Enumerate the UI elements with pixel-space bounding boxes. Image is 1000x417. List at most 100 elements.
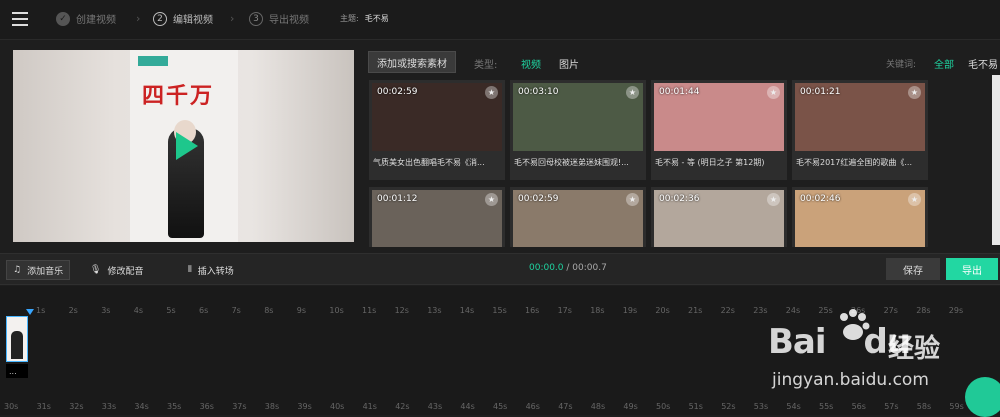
watermark-url: jingyan.baidu.com [772,370,929,390]
chevron-right-icon: › [136,12,141,25]
ruler-tick-label: 51s [688,402,703,411]
ruler-tick-label: 50s [656,402,671,411]
material-card[interactable]: 00:01:21 ★ 毛不易2017红遍全国的歌曲《... [792,80,928,180]
ruler-tick-label: 48s [590,402,606,411]
card-thumbnail: 00:01:12 ★ [372,190,502,247]
edit-voice-label: 修改配音 [107,266,144,277]
card-thumbnail: 00:01:21 ★ [795,83,925,151]
ruler-tick-label: 3s [101,306,111,315]
baidu-watermark: Bai du 经验 jingyan.baidu.com [768,302,948,392]
keyword-all[interactable]: 全部 [934,56,954,71]
transition-icon: ⫴ [188,265,192,275]
card-duration: 00:01:12 [377,194,418,204]
card-title: 毛不易2017红遍全国的歌曲《... [796,158,912,167]
ruler-tick-label: 11s [362,306,377,315]
card-duration: 00:03:10 [518,87,559,97]
watermark-logo-1: Bai [768,322,827,362]
time-total: / 00:00.7 [566,263,607,273]
ruler-tick-label: 57s [884,402,899,411]
step-number: 2 [153,11,167,26]
card-duration: 00:02:46 [800,194,841,204]
ruler-tick-label: 20s [655,306,670,315]
material-card[interactable]: 00:02:59 ★ [510,187,646,247]
ruler-tick-label: 7s [231,306,241,315]
add-material-button[interactable]: 添加或搜索素材 [368,51,456,73]
ruler-tick-label: 49s [623,402,638,411]
ruler-tick-label: 44s [460,402,475,411]
card-title: 毛不易 - 等 (明日之子 第12期) [655,158,765,167]
star-icon[interactable]: ★ [908,193,921,206]
ruler-tick-label: 6s [199,306,209,315]
ruler-tick-label: 41s [362,402,377,411]
ruler-tick-label: 13s [427,306,442,315]
card-thumbnail: 00:02:59 ★ [513,190,643,247]
menu-icon[interactable] [12,12,28,26]
ruler-tick-label: 23s [753,306,768,315]
chat-icon[interactable] [965,377,1000,417]
video-preview[interactable]: 四千万 [13,50,354,242]
ruler-tick-label: 45s [493,402,508,411]
save-button[interactable]: 保存 [886,258,940,280]
ruler-tick-label: 2s [68,306,78,315]
microphone-icon: 🎙 [90,265,102,275]
clip-label: ... [6,364,28,378]
star-icon[interactable]: ★ [485,86,498,99]
ruler-tick-label: 36s [199,402,214,411]
ruler-tick-label: 38s [264,402,280,411]
star-icon[interactable]: ★ [908,86,921,99]
star-icon[interactable]: ★ [767,193,780,206]
subject: 主题: 毛不易 [340,13,389,24]
time-current: 00:00.0 [529,263,564,273]
card-duration: 00:02:36 [659,194,700,204]
card-thumbnail: 00:01:44 ★ [654,83,784,151]
export-button[interactable]: 导出 [946,258,998,280]
material-card[interactable]: 00:02:36 ★ [651,187,787,247]
ruler-tick-label: 58s [916,402,932,411]
keyword-mao[interactable]: 毛不易 [968,56,998,71]
ruler-tick-label: 10s [329,306,344,315]
insert-transition-button[interactable]: ⫴ 插入转场 [182,260,240,280]
add-music-label: 添加音乐 [27,266,64,277]
ruler-tick-label: 59s [949,402,964,411]
ruler-tick-label: 15s [492,306,507,315]
star-icon[interactable]: ★ [626,193,639,206]
ruler-tick-label: 40s [330,402,345,411]
card-thumbnail: 00:03:10 ★ [513,83,643,151]
keyword-label: 关键词: [886,60,917,70]
card-thumbnail: 00:02:46 ★ [795,190,925,247]
type-image-tab[interactable]: 图片 [559,56,579,71]
type-video-tab[interactable]: 视频 [521,56,541,71]
star-icon[interactable]: ★ [626,86,639,99]
edit-voice-button[interactable]: 🎙 修改配音 [84,260,149,280]
scrollbar[interactable] [992,75,1000,245]
add-music-button[interactable]: ♫ 添加音乐 [6,260,71,280]
chevron-right-icon: › [230,12,235,25]
card-thumbnail: 00:02:59 ★ [372,83,502,151]
playhead[interactable] [26,309,34,315]
material-card[interactable]: 00:01:44 ★ 毛不易 - 等 (明日之子 第12期) [651,80,787,180]
material-card[interactable]: 00:02:46 ★ [792,187,928,247]
ruler-tick-label: 16s [525,306,540,315]
check-icon: ✓ [56,11,70,26]
ruler-tick-label: 21s [688,306,703,315]
card-title: 毛不易回母校被迷弟迷妹围观!... [514,158,629,167]
play-icon[interactable] [176,132,198,160]
material-card[interactable]: 00:01:12 ★ [369,187,505,247]
edit-toolbar: ♫ 添加音乐 🎙 修改配音 ⫴ 插入转场 [0,253,1000,285]
material-card[interactable]: 00:03:10 ★ 毛不易回母校被迷弟迷妹围观!... [510,80,646,180]
card-duration: 00:02:59 [518,194,559,204]
ruler-tick-label: 29s [948,306,964,315]
insert-transition-label: 插入转场 [197,266,234,277]
star-icon[interactable]: ★ [485,193,498,206]
subject-label: 主题: [340,14,359,23]
timeline-clip[interactable] [6,316,28,362]
ruler-tick-label: 47s [558,402,573,411]
material-card[interactable]: 00:02:59 ★ 气质美女出色翻唱毛不易《消... [369,80,505,180]
logo [138,56,168,66]
ruler-tick-label: 33s [101,402,117,411]
poster-title: 四千万 [142,83,215,109]
star-icon[interactable]: ★ [767,86,780,99]
ruler-tick-label: 31s [36,402,51,411]
step-label: 编辑视频 [173,15,213,26]
ruler-tick-label: 37s [232,402,247,411]
